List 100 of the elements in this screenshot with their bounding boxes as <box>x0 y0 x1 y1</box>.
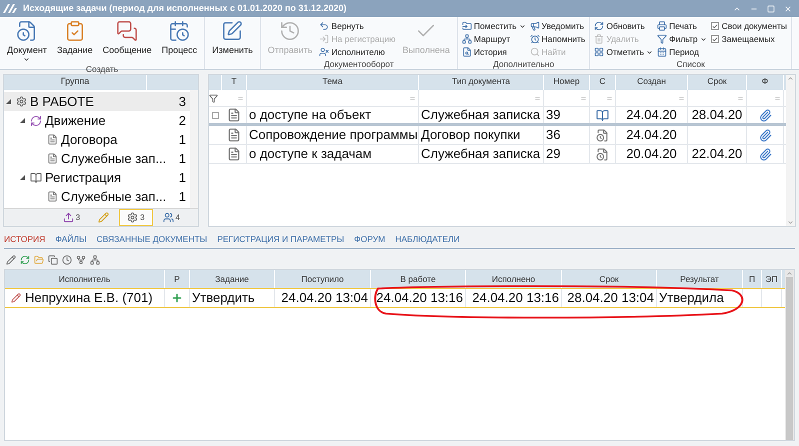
ribbon-button[interactable]: Сообщение <box>100 20 155 63</box>
column-header[interactable]: ЭП <box>762 270 782 288</box>
checkbox[interactable] <box>710 22 719 30</box>
scroll-down-icon[interactable] <box>787 219 794 226</box>
row-checkbox[interactable] <box>212 112 219 118</box>
caret-icon <box>518 22 526 30</box>
filter-field-icon[interactable] <box>606 94 613 102</box>
tab[interactable]: ФОРУМ <box>354 233 386 246</box>
maximize-icon[interactable] <box>767 4 775 12</box>
toolbar-icon[interactable] <box>76 255 86 265</box>
filter-field-icon[interactable] <box>737 94 744 102</box>
tab[interactable]: РЕГИСТРАЦИЯ И ПАРАМЕТРЫ <box>217 233 344 246</box>
view-tab[interactable]: 3 <box>54 209 88 226</box>
toolbar-icon[interactable] <box>48 255 58 265</box>
paperclip-icon[interactable] <box>758 128 772 142</box>
ribbon-button[interactable]: Процесс <box>158 20 200 63</box>
column-header[interactable]: Номер <box>544 75 590 90</box>
checkbox-label: Свои документы <box>722 20 787 32</box>
ribbon-button[interactable]: Документ <box>4 20 50 63</box>
column-header[interactable]: Создан <box>616 75 688 90</box>
column-header[interactable]: Задание <box>190 270 275 288</box>
document-row[interactable]: о доступе к задачам Служебная записка 29 20.04.20 22.04.20 <box>209 145 786 164</box>
toolbar-icon[interactable] <box>20 255 30 265</box>
checkbox[interactable] <box>710 35 719 43</box>
expand-icon[interactable] <box>20 118 25 123</box>
column-header[interactable]: Т <box>222 75 247 90</box>
ribbon-button[interactable]: Изменить <box>209 20 256 69</box>
column-header[interactable]: Р <box>165 270 190 288</box>
expand-icon[interactable] <box>20 175 25 180</box>
close-icon[interactable] <box>784 4 792 12</box>
ribbon-button[interactable]: Задание <box>54 20 96 63</box>
column-header[interactable]: Исполнитель <box>5 270 165 288</box>
scrollbar[interactable] <box>786 75 795 226</box>
filter-field-icon[interactable] <box>409 94 416 102</box>
tree-item[interactable]: В РАБОТЕ 3 <box>4 92 190 111</box>
filter-icon[interactable] <box>209 94 218 102</box>
tree-item[interactable]: Регистрация 1 <box>4 168 190 187</box>
tree-item[interactable]: Служебные зап... 1 <box>4 187 190 206</box>
ribbon-icon <box>221 20 244 42</box>
expand-icon[interactable] <box>6 99 11 104</box>
scroll-thumb[interactable] <box>786 277 793 440</box>
toolbar-icon[interactable] <box>62 255 72 265</box>
tree-item[interactable]: Договора 1 <box>4 130 190 149</box>
scrollbar[interactable] <box>190 90 198 208</box>
tree-item[interactable]: Движение 2 <box>4 111 190 130</box>
ribbon-button[interactable]: Период <box>657 46 707 58</box>
filter-field-icon[interactable] <box>774 94 781 102</box>
ribbon-button[interactable]: Поместить <box>462 20 526 32</box>
column-header[interactable]: В работе <box>371 270 466 288</box>
view-tab[interactable]: 4 <box>154 209 188 226</box>
ribbon-button[interactable]: Маршрут <box>462 33 526 45</box>
ribbon-button[interactable]: Фильтр <box>657 33 707 45</box>
filter-field-icon[interactable] <box>678 94 685 102</box>
group-label: Создать <box>84 63 120 76</box>
column-header[interactable]: Ф <box>747 75 784 90</box>
tree-item[interactable]: Служебные зап... 1 <box>4 149 190 168</box>
ribbon-button[interactable]: Вернуть <box>319 20 396 32</box>
tab[interactable]: ФАЙЛЫ <box>55 233 86 246</box>
table-cell-text: Непрухина Е.В. (701) <box>25 289 153 308</box>
column-header[interactable]: С <box>590 75 616 90</box>
toolbar-icon[interactable] <box>90 255 100 265</box>
column-header[interactable]: Срок <box>562 270 657 288</box>
filter-field-icon[interactable] <box>534 94 541 102</box>
tab[interactable]: НАБЛЮДАТЕЛИ <box>395 233 460 246</box>
table-cell-text: о доступе к задачам <box>249 145 372 164</box>
table-cell-text: 36 <box>546 126 560 144</box>
paperclip-icon[interactable] <box>758 148 772 160</box>
ribbon-button[interactable]: Напомнить <box>530 33 586 45</box>
scrollbar[interactable] <box>785 270 794 440</box>
column-header[interactable]: Тип документа <box>419 75 544 90</box>
tab[interactable]: СВЯЗАННЫЕ ДОКУМЕНТЫ <box>96 233 208 246</box>
caret-icon <box>700 36 707 42</box>
scroll-up-icon[interactable] <box>786 270 793 277</box>
column-header[interactable]: Тема <box>247 75 419 90</box>
paperclip-icon[interactable] <box>758 108 772 122</box>
ribbon-button[interactable]: История <box>462 46 526 58</box>
table-cell-text: 24.04.20 13:16 <box>472 289 559 308</box>
upload-icon <box>62 212 74 223</box>
ribbon-icon <box>594 47 604 57</box>
filter-field-icon[interactable] <box>237 94 244 102</box>
filter-field-icon[interactable] <box>580 94 587 102</box>
ribbon-button[interactable]: Исполнителю <box>319 46 396 58</box>
document-row[interactable]: Сопровождение программы Договор покупки 36 24.04.20 <box>209 126 786 145</box>
column-header[interactable]: Срок <box>688 75 747 90</box>
ribbon-button[interactable]: Отметить <box>594 46 654 58</box>
history-row[interactable]: Непрухина Е.В. (701) Утвердить 24.04.20 13:04 24.04.20 13:16 24.04.20 13:16 28.04.20 13:04 Утвердила <box>5 288 785 308</box>
toolbar-icon[interactable] <box>6 255 16 265</box>
column-header[interactable]: П <box>743 270 762 288</box>
scroll-up-icon[interactable] <box>787 75 794 82</box>
tab[interactable]: ИСТОРИЯ <box>4 233 46 246</box>
item-count: 1 <box>178 150 186 168</box>
ribbon-button[interactable]: Обновить <box>594 20 654 32</box>
column-header[interactable]: Исполнено <box>466 270 562 288</box>
table-cell-text: Утвердить <box>192 289 255 308</box>
view-tab[interactable]: 3 <box>119 209 153 226</box>
ribbon-button[interactable]: Уведомить <box>530 20 586 32</box>
document-row[interactable]: о доступе на объект Служебная записка 39 24.04.20 28.04.20 <box>209 107 786 126</box>
ribbon-button[interactable]: Печать <box>657 20 707 32</box>
column-header[interactable]: Поступило <box>275 270 371 288</box>
column-header[interactable]: Результат <box>657 270 743 288</box>
